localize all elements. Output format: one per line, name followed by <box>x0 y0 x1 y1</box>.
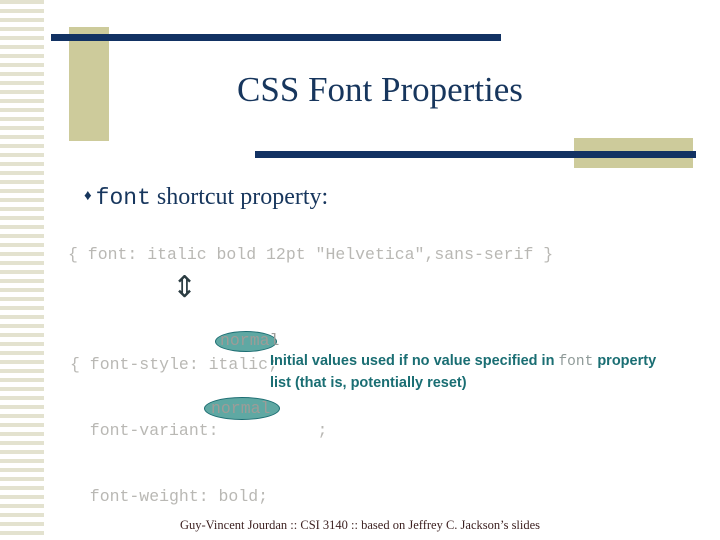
annotation-mono-word: font <box>558 354 594 370</box>
updown-arrow-icon: ⇕ <box>172 270 198 305</box>
bullet-line: ♦ font shortcut property: <box>84 184 328 211</box>
stripes-edge-mask <box>44 0 52 540</box>
diamond-bullet-icon: ♦ <box>84 188 92 204</box>
code-line: font-variant: ; <box>70 421 328 440</box>
bullet-code-keyword: font <box>95 185 151 211</box>
slide-title: CSS Font Properties <box>237 70 523 109</box>
navy-rule-middle <box>255 151 696 158</box>
slide-canvas: CSS Font Properties ♦ font shortcut prop… <box>0 0 720 540</box>
highlight-value-font-variant: normal <box>220 331 280 350</box>
code-shorthand-line: { font: italic bold 12pt "Helvetica",san… <box>68 245 554 264</box>
annotation-callout: Initial values used if no value specifie… <box>270 351 670 394</box>
navy-rule-top <box>51 34 501 41</box>
bullet-text: shortcut property: <box>156 184 329 210</box>
highlight-value-line-height: normal <box>211 399 271 418</box>
code-illustration: { font: italic bold 12pt "Helvetica",san… <box>68 244 553 506</box>
code-line: font-weight: bold; <box>70 487 269 506</box>
annotation-text-before: Initial values used if no value specifie… <box>270 353 559 369</box>
slide-footer: Guy-Vincent Jourdan :: CSI 3140 :: based… <box>179 518 541 532</box>
